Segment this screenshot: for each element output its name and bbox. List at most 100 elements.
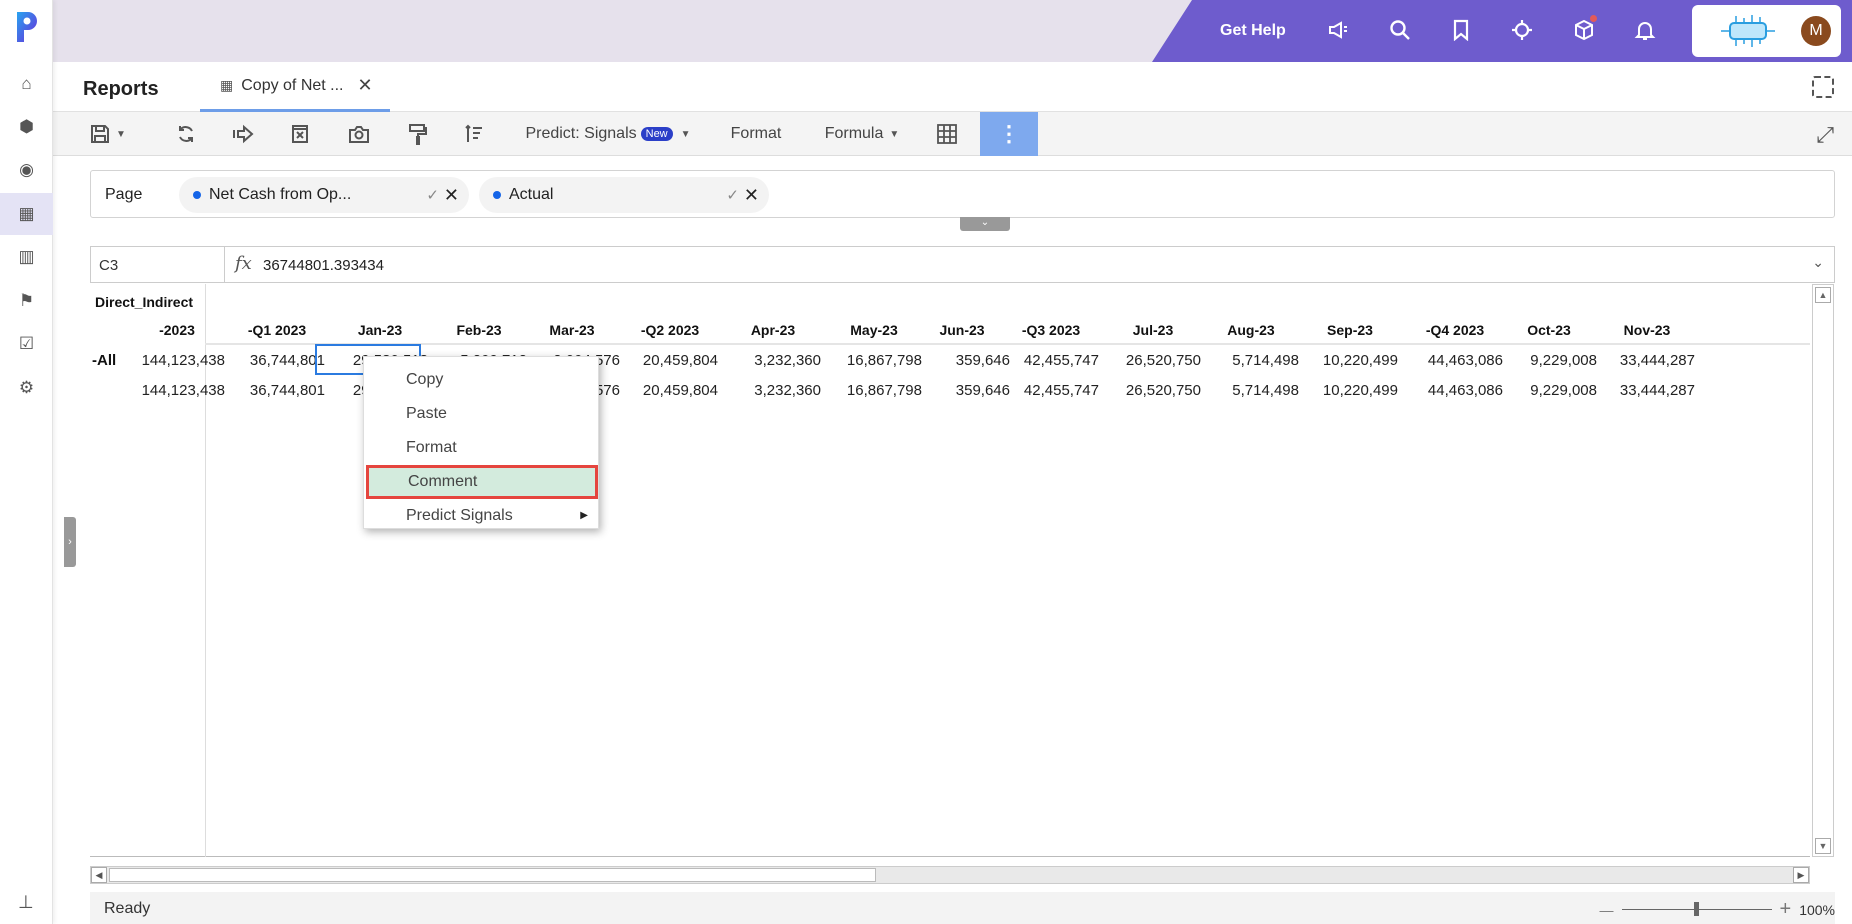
filter-chip-account[interactable]: Net Cash from Op... ✓ ✕	[179, 177, 469, 213]
grid-cell[interactable]: 144,123,438	[127, 382, 225, 399]
expand-icon[interactable]: ⤢	[1816, 122, 1834, 148]
grid-cell[interactable]: 42,455,747	[1001, 352, 1099, 369]
crosshair-icon[interactable]	[1509, 17, 1535, 43]
format-button[interactable]: Format	[721, 112, 791, 156]
context-menu-item-format[interactable]: Format	[364, 431, 600, 465]
column-header[interactable]: Feb-23	[429, 322, 529, 338]
app-logo[interactable]	[15, 10, 39, 44]
grid-cell[interactable]: 9,229,008	[1499, 352, 1597, 369]
formula-dropdown[interactable]: Formula ▼	[817, 112, 907, 156]
context-menu-item-predict-signals[interactable]: Predict Signals ▶	[364, 499, 600, 533]
sidebar-item-targets[interactable]: ◉	[0, 149, 53, 191]
column-header[interactable]: Jan-23	[330, 322, 430, 338]
megaphone-icon[interactable]	[1325, 17, 1351, 43]
sidebar-item-hierarchy[interactable]: ⚑	[0, 280, 53, 322]
zoom-slider[interactable]	[1621, 902, 1772, 916]
horizontal-scrollbar[interactable]: ◀ ▶	[90, 866, 1810, 884]
filter-chip-scenario[interactable]: Actual ✓ ✕	[479, 177, 769, 213]
avatar[interactable]: M	[1801, 16, 1831, 46]
column-header[interactable]: -Q4 2023	[1405, 322, 1505, 338]
column-header[interactable]: -Q2 2023	[620, 322, 720, 338]
sidebar-item-dashboards[interactable]: ▥	[0, 236, 53, 278]
box-icon[interactable]	[1571, 15, 1597, 43]
grid-cell[interactable]: 359,646	[912, 352, 1010, 369]
scroll-up-icon[interactable]: ▲	[1815, 287, 1831, 303]
context-menu-item-comment[interactable]: Comment	[366, 465, 598, 499]
grid-cell[interactable]: 20,459,804	[620, 352, 718, 369]
sidebar-item-settings[interactable]: ⚙	[0, 367, 53, 409]
refresh-button[interactable]	[168, 112, 204, 156]
grid-cell[interactable]: 10,220,499	[1300, 382, 1398, 399]
check-icon[interactable]: ✓	[426, 186, 439, 204]
drawer-toggle[interactable]: ›	[64, 517, 76, 567]
grid-cell[interactable]: 5,714,498	[1201, 352, 1299, 369]
grid-cell[interactable]: 26,520,750	[1103, 382, 1201, 399]
collapse-filter-handle[interactable]: ⌄	[960, 217, 1010, 231]
column-header[interactable]: Nov-23	[1597, 322, 1697, 338]
grid-cell[interactable]: 33,444,287	[1597, 382, 1695, 399]
snapshot-button[interactable]	[341, 112, 377, 156]
zoom-slider-thumb[interactable]	[1693, 902, 1699, 916]
close-icon[interactable]: ✕	[744, 185, 759, 206]
fullscreen-icon[interactable]	[1812, 76, 1834, 98]
predict-signals-dropdown[interactable]: Predict: Signals New ▼	[523, 112, 693, 156]
grid-cell[interactable]: 16,867,798	[824, 352, 922, 369]
column-header[interactable]: Jun-23	[912, 322, 1012, 338]
column-header[interactable]: Mar-23	[522, 322, 622, 338]
sidebar-item-reports[interactable]: ▦	[0, 193, 53, 235]
sidebar-item-models[interactable]: ⬢	[0, 106, 53, 148]
sidebar-item-tasks[interactable]: ☑	[0, 323, 53, 365]
column-header[interactable]: Aug-23	[1201, 322, 1301, 338]
grid-cell[interactable]: 36,744,801	[227, 382, 325, 399]
grid-cell[interactable]: 44,463,086	[1405, 382, 1503, 399]
column-header[interactable]: Sep-23	[1300, 322, 1400, 338]
zoom-in-button[interactable]: +	[1780, 898, 1792, 921]
context-menu-item-paste[interactable]: Paste	[364, 397, 600, 431]
column-header[interactable]: Apr-23	[723, 322, 823, 338]
grid-view-button[interactable]	[929, 112, 965, 156]
bookmark-icon[interactable]	[1448, 17, 1474, 43]
grid-cell[interactable]: 20,459,804	[620, 382, 718, 399]
column-header[interactable]: -Q3 2023	[1001, 322, 1101, 338]
grid-cell[interactable]: 44,463,086	[1405, 352, 1503, 369]
pin-icon[interactable]: ⊥	[18, 892, 34, 913]
save-dropdown-button[interactable]: ▼	[85, 112, 131, 156]
export-button[interactable]	[225, 112, 261, 156]
context-menu-item-copy[interactable]: Copy	[364, 363, 600, 397]
column-header[interactable]: -Q1 2023	[227, 322, 327, 338]
clear-button[interactable]	[282, 112, 318, 156]
scroll-thumb[interactable]	[109, 868, 876, 882]
column-header[interactable]: Jul-23	[1103, 322, 1203, 338]
zoom-out-button[interactable]: —	[1600, 902, 1614, 918]
grid-cell[interactable]: 5,714,498	[1201, 382, 1299, 399]
get-help-link[interactable]: Get Help	[1220, 22, 1286, 40]
column-header[interactable]: -2023	[127, 322, 227, 338]
grid-cell[interactable]: 9,229,008	[1499, 382, 1597, 399]
chevron-down-icon[interactable]: ⌄	[1812, 254, 1824, 271]
check-icon[interactable]: ✓	[726, 186, 739, 204]
vertical-scrollbar[interactable]: ▲ ▼	[1812, 284, 1834, 857]
grid-cell[interactable]: 10,220,499	[1300, 352, 1398, 369]
sort-button[interactable]	[456, 112, 492, 156]
grid-cell[interactable]: 42,455,747	[1001, 382, 1099, 399]
cell-reference[interactable]: C3	[91, 247, 225, 282]
column-header[interactable]: May-23	[824, 322, 924, 338]
more-options-button[interactable]: ⋮	[980, 112, 1038, 156]
close-tab-icon[interactable]: ✕	[358, 75, 373, 96]
grid-cell[interactable]: 144,123,438	[127, 352, 225, 369]
close-icon[interactable]: ✕	[444, 185, 459, 206]
column-header[interactable]: Oct-23	[1499, 322, 1599, 338]
formula-input[interactable]: 36744801.393434	[263, 257, 384, 274]
grid-cell[interactable]: 3,232,360	[723, 382, 821, 399]
scroll-right-icon[interactable]: ▶	[1793, 867, 1809, 883]
bell-icon[interactable]	[1632, 17, 1658, 43]
search-icon[interactable]	[1387, 17, 1413, 43]
format-painter-button[interactable]	[400, 112, 436, 156]
sidebar-item-home[interactable]: ⌂	[0, 63, 53, 105]
grid-cell[interactable]: 3,232,360	[723, 352, 821, 369]
tab-copy-of-net[interactable]: ▦ Copy of Net ... ✕	[200, 62, 390, 112]
grid-cell[interactable]: 36,744,801	[227, 352, 325, 369]
grid-cell[interactable]: 359,646	[912, 382, 1010, 399]
grid-cell[interactable]: 16,867,798	[824, 382, 922, 399]
row-header[interactable]: -All	[92, 352, 116, 369]
